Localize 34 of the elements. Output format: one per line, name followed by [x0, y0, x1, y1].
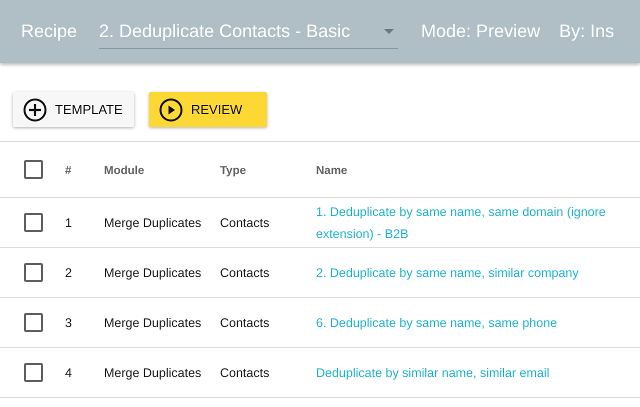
- module-cell: Merge Duplicates: [104, 366, 202, 380]
- number-cell: 3: [65, 316, 72, 330]
- number-cell: 2: [65, 266, 72, 280]
- type-cell: Contacts: [220, 216, 270, 230]
- module-cell: Merge Duplicates: [104, 216, 202, 230]
- name-link[interactable]: Deduplicate by similar name, similar email: [316, 362, 550, 384]
- author-label: By: Ins: [559, 21, 614, 42]
- row-checkbox[interactable]: [24, 363, 43, 382]
- recipe-label: Recipe: [21, 21, 78, 42]
- column-header: Name: [316, 164, 348, 176]
- column-header: Type: [220, 164, 246, 176]
- template-button[interactable]: TEMPLATE: [13, 92, 134, 127]
- name-link[interactable]: 6. Deduplicate by same name, same phone: [316, 312, 558, 334]
- plus-icon: [23, 98, 47, 122]
- type-cell: Contacts: [220, 366, 270, 380]
- column-header: Module: [104, 164, 144, 176]
- name-link[interactable]: 2. Deduplicate by same name, similar company: [316, 262, 579, 284]
- row-checkbox[interactable]: [24, 313, 43, 332]
- caret-icon: [384, 28, 394, 34]
- recipe-dropdown[interactable]: 2. Deduplicate Contacts - Basic: [99, 14, 398, 48]
- row-checkbox[interactable]: [24, 213, 43, 232]
- type-cell: Contacts: [220, 266, 270, 280]
- mode-label: Mode: Preview: [421, 21, 540, 42]
- column-header: #: [65, 164, 72, 176]
- row-checkbox[interactable]: [24, 263, 43, 282]
- module-cell: Merge Duplicates: [104, 316, 202, 330]
- number-cell: 4: [65, 366, 72, 380]
- select-all-checkbox[interactable]: [24, 160, 43, 179]
- review-button[interactable]: REVIEW: [149, 92, 267, 127]
- module-cell: Merge Duplicates: [104, 266, 202, 280]
- type-cell: Contacts: [220, 316, 270, 330]
- name-link[interactable]: 1. Deduplicate by same name, same domain (ignore extension) - B2B: [316, 200, 630, 244]
- play-icon: [159, 98, 183, 122]
- number-cell: 1: [65, 216, 72, 230]
